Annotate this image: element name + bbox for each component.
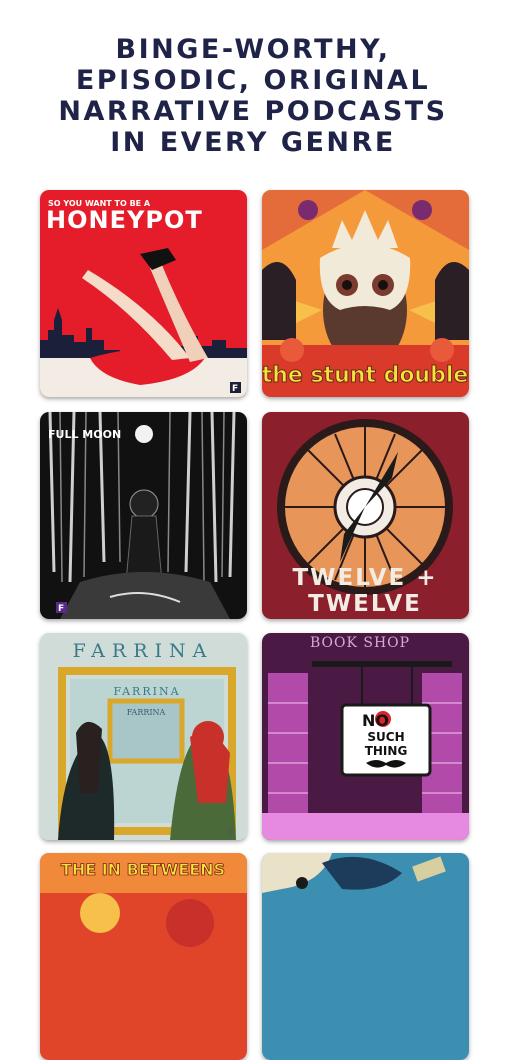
podcast-cover-farrina[interactable]: FARRINA FARRINA FARRINA F [40,633,247,840]
podcast-cover-in-betweens[interactable]: THE IN BETWEENS [40,853,247,1060]
no-such-thing-artwork: BOOK SHOP NO SUCH THING [262,633,469,840]
farrina-title: FARRINA [73,640,214,662]
farrina-badge: F [228,828,233,837]
twelve-twelve-artwork: TWELVE + TWELVE [262,412,469,619]
bookshop-sign: BOOK SHOP [310,635,410,651]
podcast-cover-honeypot[interactable]: SO YOU WANT TO BE A HONEYPOT F [40,190,247,397]
full-moon-badge: F [58,604,64,614]
podcast-cover-no-such-thing[interactable]: BOOK SHOP NO SUCH THING [262,633,469,840]
honeypot-badge: F [232,384,238,394]
headline-line-3: NARRATIVE PODCASTS [58,96,448,127]
podcast-cover-stunt-double[interactable]: the stunt double [262,190,469,397]
twelve-title-line-2: TWELVE [308,591,422,617]
headline-line-4: IN EVERY GENRE [110,127,396,158]
twelve-title-line-1: TWELVE + [292,565,437,591]
nst-title-line-1: NO [362,711,389,730]
in-betweens-artwork: THE IN BETWEENS [40,853,247,1060]
honeypot-title: HONEYPOT [46,206,203,234]
stunt-double-title: the stunt double [262,363,468,388]
headline-line-1: BINGE-WORTHY, [115,34,391,65]
farrina-inner-title-2: FARRINA [127,708,166,717]
stunt-double-artwork: the stunt double [262,190,469,397]
full-moon-artwork: FULL MOON F [40,412,247,619]
nst-title-line-3: THING [365,744,408,758]
full-moon-title: FULL MOON [48,428,121,441]
podcast-cover-eighth[interactable] [262,853,469,1060]
in-betweens-title: THE IN BETWEENS [61,860,225,879]
podcast-cover-full-moon[interactable]: FULL MOON F [40,412,247,619]
headline-line-2: EPISODIC, ORIGINAL [75,65,431,96]
nst-title-line-2: SUCH [367,730,404,744]
podcast-cover-twelve-twelve[interactable]: TWELVE + TWELVE [262,412,469,619]
farrina-inner-title: FARRINA [113,685,180,698]
headline: BINGE-WORTHY, EPISODIC, ORIGINAL NARRATI… [0,34,506,158]
farrina-artwork: FARRINA FARRINA FARRINA F [40,633,247,840]
eighth-artwork [262,853,469,1060]
honeypot-artwork: SO YOU WANT TO BE A HONEYPOT F [40,190,247,397]
